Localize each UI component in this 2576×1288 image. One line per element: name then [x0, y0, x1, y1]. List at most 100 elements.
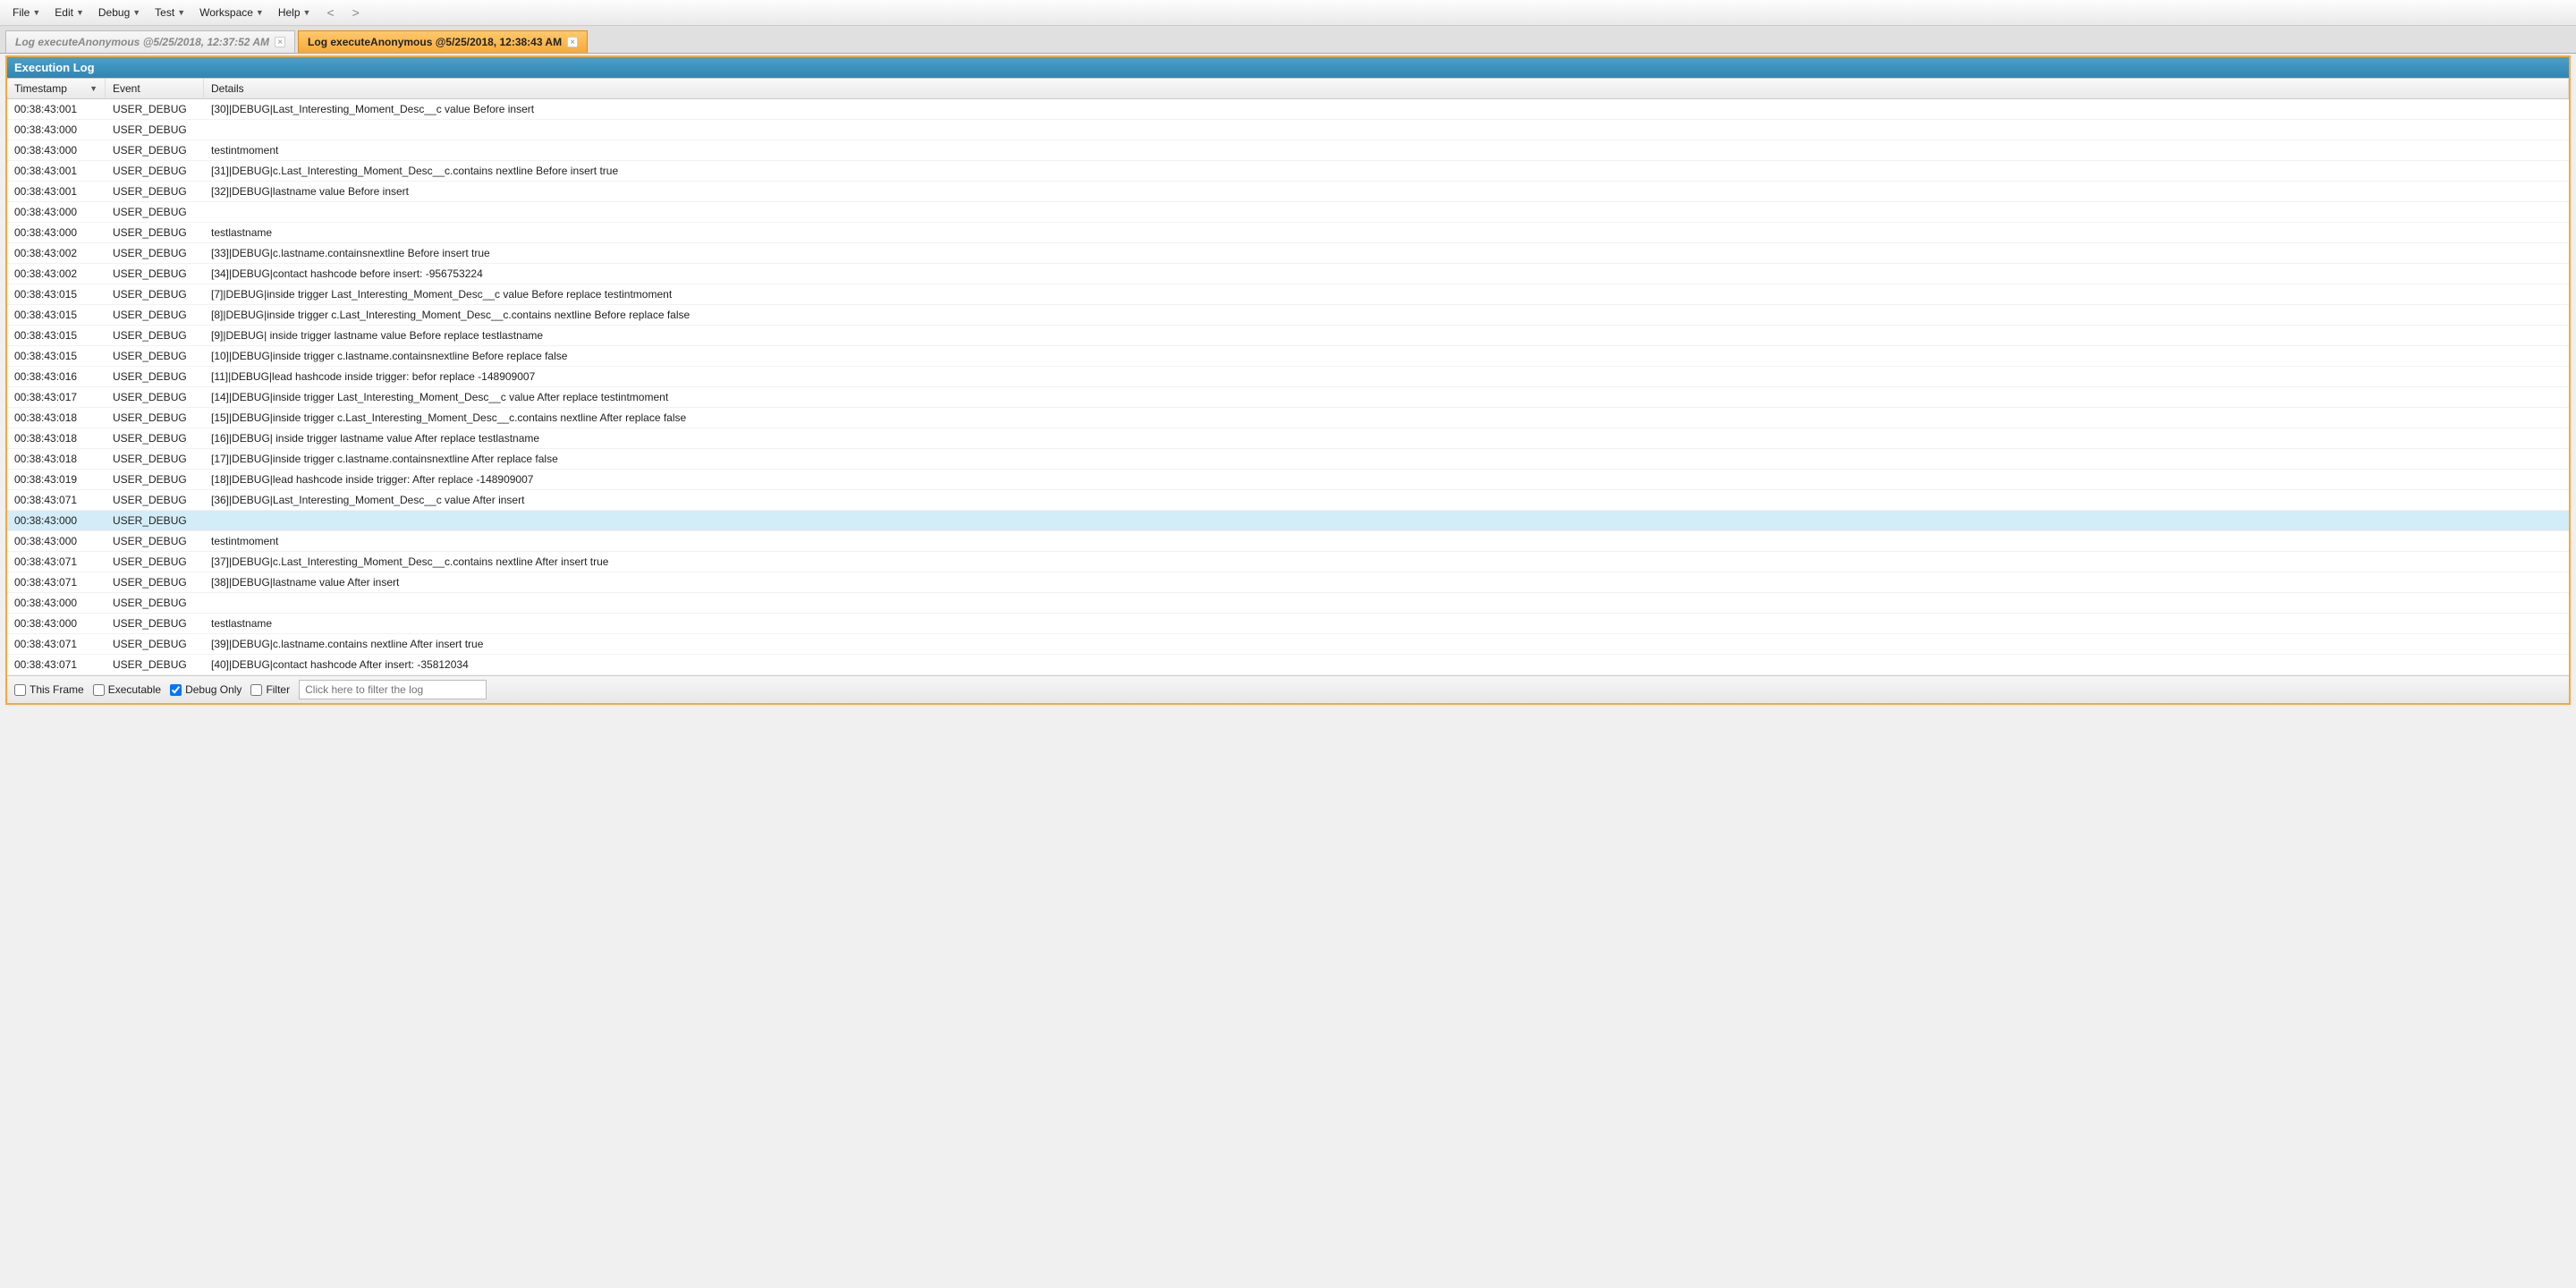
table-row[interactable]: 00:38:43:000USER_DEBUGtestlastname [7, 223, 2569, 243]
cell-event: USER_DEBUG [106, 449, 204, 469]
table-row[interactable]: 00:38:43:018USER_DEBUG[16]|DEBUG| inside… [7, 428, 2569, 449]
cell-timestamp: 00:38:43:000 [7, 120, 106, 140]
filter-checkbox[interactable]: Filter [250, 683, 290, 696]
nav-forward-button[interactable]: > [345, 4, 367, 21]
grid-body[interactable]: 00:38:43:001USER_DEBUG[30]|DEBUG|Last_In… [7, 99, 2569, 675]
cell-timestamp: 00:38:43:000 [7, 140, 106, 160]
nav-back-button[interactable]: < [319, 4, 341, 21]
table-row[interactable]: 00:38:43:018USER_DEBUG[15]|DEBUG|inside … [7, 408, 2569, 428]
this-frame-input[interactable] [14, 684, 26, 696]
caret-icon: ▼ [256, 8, 264, 17]
cell-event: USER_DEBUG [106, 428, 204, 448]
cell-event: USER_DEBUG [106, 120, 204, 140]
cell-event: USER_DEBUG [106, 470, 204, 489]
column-header-timestamp[interactable]: Timestamp ▼ [7, 79, 106, 98]
menu-help[interactable]: Help▼ [273, 4, 317, 21]
cell-details: [17]|DEBUG|inside trigger c.lastname.con… [204, 449, 2569, 469]
cell-event: USER_DEBUG [106, 531, 204, 551]
table-row[interactable]: 00:38:43:002USER_DEBUG[33]|DEBUG|c.lastn… [7, 243, 2569, 264]
cell-event: USER_DEBUG [106, 243, 204, 263]
menu-test[interactable]: Test▼ [149, 4, 191, 21]
filter-input[interactable] [250, 684, 262, 696]
cell-timestamp: 00:38:43:071 [7, 552, 106, 572]
table-row[interactable]: 00:38:43:015USER_DEBUG[8]|DEBUG|inside t… [7, 305, 2569, 326]
table-row[interactable]: 00:38:43:000USER_DEBUGtestintmoment [7, 140, 2569, 161]
cell-timestamp: 00:38:43:018 [7, 428, 106, 448]
debug-only-input[interactable] [170, 684, 182, 696]
table-row[interactable]: 00:38:43:071USER_DEBUG[39]|DEBUG|c.lastn… [7, 634, 2569, 655]
cell-details: [32]|DEBUG|lastname value Before insert [204, 182, 2569, 201]
table-row[interactable]: 00:38:43:071USER_DEBUG[40]|DEBUG|contact… [7, 655, 2569, 675]
caret-icon: ▼ [303, 8, 311, 17]
tab-label: Log executeAnonymous @5/25/2018, 12:38:4… [308, 36, 562, 48]
menu-label: Workspace [199, 6, 253, 19]
cell-timestamp: 00:38:43:017 [7, 387, 106, 407]
table-row[interactable]: 00:38:43:015USER_DEBUG[10]|DEBUG|inside … [7, 346, 2569, 367]
table-row[interactable]: 00:38:43:000USER_DEBUG [7, 593, 2569, 614]
sort-caret-icon[interactable]: ▼ [89, 84, 97, 93]
table-row[interactable]: 00:38:43:019USER_DEBUG[18]|DEBUG|lead ha… [7, 470, 2569, 490]
table-row[interactable]: 00:38:43:071USER_DEBUG[36]|DEBUG|Last_In… [7, 490, 2569, 511]
table-row[interactable]: 00:38:43:001USER_DEBUG[30]|DEBUG|Last_In… [7, 99, 2569, 120]
column-header-details[interactable]: Details [204, 79, 2569, 98]
cell-timestamp: 00:38:43:071 [7, 655, 106, 674]
menu-file[interactable]: File▼ [7, 4, 46, 21]
table-row[interactable]: 00:38:43:000USER_DEBUG [7, 120, 2569, 140]
cell-details: [40]|DEBUG|contact hashcode After insert… [204, 655, 2569, 674]
cell-timestamp: 00:38:43:015 [7, 326, 106, 345]
caret-icon: ▼ [177, 8, 185, 17]
table-row[interactable]: 00:38:43:017USER_DEBUG[14]|DEBUG|inside … [7, 387, 2569, 408]
close-icon[interactable]: × [567, 37, 578, 47]
column-header-event[interactable]: Event [106, 79, 204, 98]
cell-event: USER_DEBUG [106, 367, 204, 386]
caret-icon: ▼ [76, 8, 84, 17]
table-row[interactable]: 00:38:43:018USER_DEBUG[17]|DEBUG|inside … [7, 449, 2569, 470]
executable-input[interactable] [93, 684, 105, 696]
filter-label: Filter [266, 683, 290, 696]
menu-label: Help [278, 6, 301, 19]
table-row[interactable]: 00:38:43:001USER_DEBUG[32]|DEBUG|lastnam… [7, 182, 2569, 202]
menu-debug[interactable]: Debug▼ [93, 4, 146, 21]
tab-log-1[interactable]: Log executeAnonymous @5/25/2018, 12:37:5… [5, 30, 295, 53]
cell-details: [30]|DEBUG|Last_Interesting_Moment_Desc_… [204, 99, 2569, 119]
cell-event: USER_DEBUG [106, 161, 204, 181]
cell-details: [18]|DEBUG|lead hashcode inside trigger:… [204, 470, 2569, 489]
caret-icon: ▼ [32, 8, 40, 17]
cell-details: [34]|DEBUG|contact hashcode before inser… [204, 264, 2569, 284]
filter-text-input[interactable] [299, 680, 487, 699]
menu-workspace[interactable]: Workspace▼ [194, 4, 269, 21]
close-icon[interactable]: × [275, 37, 285, 47]
cell-timestamp: 00:38:43:018 [7, 408, 106, 428]
cell-details: [36]|DEBUG|Last_Interesting_Moment_Desc_… [204, 490, 2569, 510]
cell-details: testlastname [204, 614, 2569, 633]
cell-details [204, 599, 2569, 606]
cell-event: USER_DEBUG [106, 655, 204, 674]
table-row[interactable]: 00:38:43:016USER_DEBUG[11]|DEBUG|lead ha… [7, 367, 2569, 387]
cell-timestamp: 00:38:43:015 [7, 346, 106, 366]
table-row[interactable]: 00:38:43:000USER_DEBUG [7, 202, 2569, 223]
table-row[interactable]: 00:38:43:015USER_DEBUG[9]|DEBUG| inside … [7, 326, 2569, 346]
cell-details [204, 517, 2569, 524]
table-row[interactable]: 00:38:43:000USER_DEBUGtestintmoment [7, 531, 2569, 552]
table-row[interactable]: 00:38:43:071USER_DEBUG[37]|DEBUG|c.Last_… [7, 552, 2569, 572]
this-frame-checkbox[interactable]: This Frame [14, 683, 84, 696]
grid-header-row: Timestamp ▼ Event Details [7, 78, 2569, 99]
table-row[interactable]: 00:38:43:001USER_DEBUG[31]|DEBUG|c.Last_… [7, 161, 2569, 182]
col-label: Event [113, 82, 140, 95]
table-row[interactable]: 00:38:43:000USER_DEBUGtestlastname [7, 614, 2569, 634]
cell-details: [11]|DEBUG|lead hashcode inside trigger:… [204, 367, 2569, 386]
cell-timestamp: 00:38:43:001 [7, 161, 106, 181]
table-row[interactable]: 00:38:43:015USER_DEBUG[7]|DEBUG|inside t… [7, 284, 2569, 305]
debug-only-checkbox[interactable]: Debug Only [170, 683, 242, 696]
table-row[interactable]: 00:38:43:000USER_DEBUG [7, 511, 2569, 531]
executable-checkbox[interactable]: Executable [93, 683, 161, 696]
log-footer: This Frame Executable Debug Only Filter [7, 675, 2569, 703]
tab-label: Log executeAnonymous @5/25/2018, 12:37:5… [15, 36, 269, 48]
menu-label: Edit [55, 6, 73, 19]
cell-details: [14]|DEBUG|inside trigger Last_Interesti… [204, 387, 2569, 407]
cell-details: testintmoment [204, 140, 2569, 160]
table-row[interactable]: 00:38:43:071USER_DEBUG[38]|DEBUG|lastnam… [7, 572, 2569, 593]
menu-edit[interactable]: Edit▼ [49, 4, 89, 21]
tab-log-2[interactable]: Log executeAnonymous @5/25/2018, 12:38:4… [298, 30, 588, 53]
table-row[interactable]: 00:38:43:002USER_DEBUG[34]|DEBUG|contact… [7, 264, 2569, 284]
